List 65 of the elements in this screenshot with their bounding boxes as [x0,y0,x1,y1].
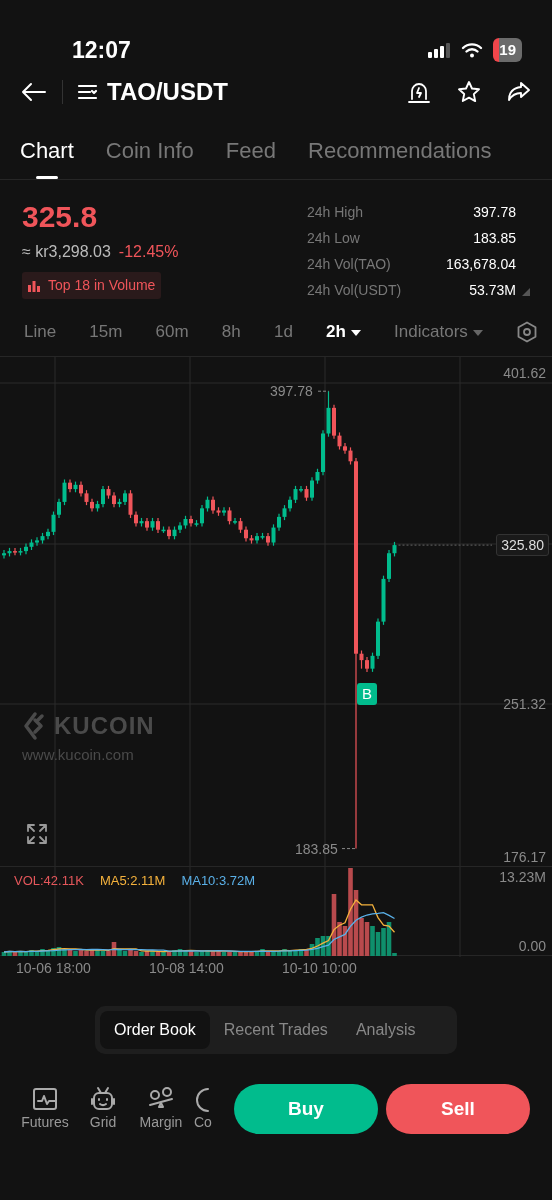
timeframe-tab[interactable]: Line [24,319,57,345]
stat-label: 24h Low [307,229,361,248]
price-change: -12.45% [118,243,179,260]
price-axis-label: 401.62 [503,366,546,380]
futures-icon [31,1085,59,1112]
timeframe-tab[interactable]: 60m [155,319,189,345]
stat-value: 53.73M [468,281,516,300]
high-price-label: 397.78 [270,384,313,399]
timeframe-tab[interactable]: 8h [221,319,241,345]
low-leader-line [341,848,357,850]
price-axis-label: 176.17 [503,850,546,864]
volume-legend: MA10:3.72M [181,871,256,891]
settings-icon[interactable] [516,321,538,343]
corner-icon [522,288,530,296]
tool-button[interactable]: Futures [20,1085,70,1133]
time-axis-label: 10-08 14:00 [149,961,224,975]
signal-icon [427,42,452,58]
low-price-label: 183.85 [295,841,338,856]
tool-button[interactable]: Grid [78,1085,128,1133]
tab[interactable]: Recommendations [308,122,492,179]
volume-legend: VOL:42.11K [14,871,84,891]
fiat-price: ≈ kr3,298.03 [22,243,111,260]
expand-icon[interactable] [25,822,49,846]
current-price-tag: 325.80 [496,534,549,557]
pair-title[interactable]: TAO/USDT [107,74,228,110]
star-icon[interactable] [456,79,482,105]
menu-icon[interactable] [77,83,99,101]
stat-label: 24h Vol(USDT) [307,281,403,300]
tab[interactable]: Chart [20,122,74,179]
detail-tab[interactable]: Order Book [100,1011,210,1049]
rank-badge[interactable]: Top 18 in Volume [22,272,162,299]
last-price: 325.8 [22,202,99,232]
status-time: 12:07 [72,35,131,65]
detail-tab[interactable]: Recent Trades [209,1011,342,1049]
price-axis-label: 251.32 [503,697,546,711]
volume-axis-label: 13.23M [499,870,546,884]
stat-label: 24h High [307,203,365,222]
grid-icon [89,1085,117,1112]
time-axis-label: 10-10 10:00 [282,961,357,975]
watermark-brand: KUCOIN [54,714,155,738]
time-axis-label: 10-06 18:00 [16,961,91,975]
detail-tab[interactable]: Analysis [341,1011,430,1049]
stat-value: 397.78 [472,203,516,222]
watermark-url: www.kucoin.com [22,747,134,762]
high-leader-line [317,390,329,392]
volume-legend: MA5:2.11M [99,871,166,891]
bar-chart-icon [28,279,40,292]
stat-label: 24h Vol(TAO) [307,255,392,274]
timeframe-tab[interactable]: 15m [89,319,123,345]
tab[interactable]: Feed [225,122,276,179]
stat-value: 163,678.04 [445,255,516,274]
battery-level: 19 [493,37,522,63]
tab[interactable]: Coin Info [105,122,194,179]
buy-marker: B [357,683,377,705]
sell-button[interactable]: Sell [386,1084,530,1134]
volume-axis-label: 0.00 [518,939,546,953]
buy-button[interactable]: Buy [234,1084,378,1134]
timeframe-tab[interactable]: Indicators [394,319,483,345]
timeframe-tab[interactable]: 2h [326,319,361,345]
tool-button[interactable]: Margin [136,1085,186,1133]
timeframe-tab[interactable]: 1d [273,319,293,345]
tool-button[interactable]: Co [194,1085,216,1133]
wifi-icon [461,42,484,58]
back-icon[interactable] [20,81,48,103]
stat-value: 183.85 [472,229,516,248]
